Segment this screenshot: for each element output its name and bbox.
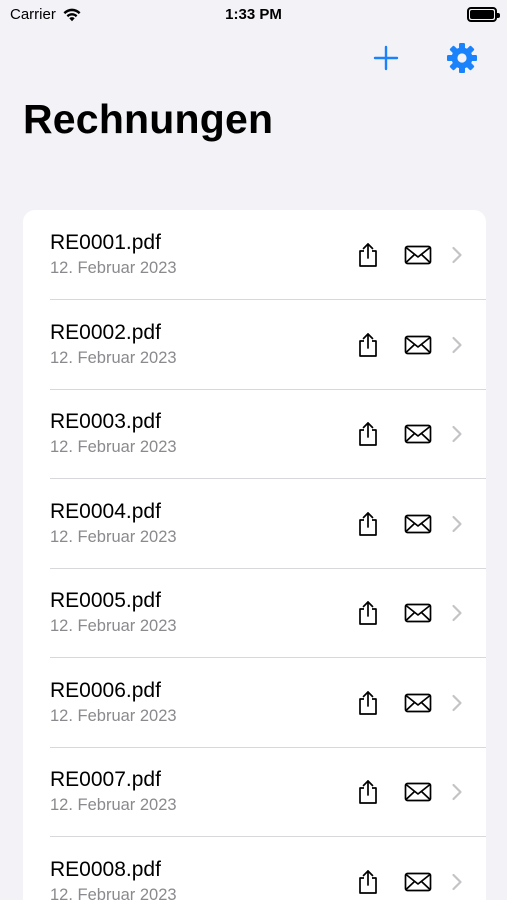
chevron-right-icon	[452, 694, 462, 711]
invoice-date: 12. Februar 2023	[50, 438, 177, 456]
share-button[interactable]	[355, 420, 381, 448]
invoice-row[interactable]: RE0003.pdf 12. Februar 2023	[23, 389, 486, 479]
share-icon	[359, 780, 377, 804]
share-icon	[359, 243, 377, 267]
mail-button[interactable]	[403, 691, 433, 715]
invoice-row[interactable]: RE0004.pdf 12. Februar 2023	[23, 479, 486, 569]
invoice-filename: RE0008.pdf	[50, 857, 161, 881]
share-button[interactable]	[355, 599, 381, 627]
mail-icon	[404, 872, 432, 891]
share-button[interactable]	[355, 868, 381, 896]
chevron-right-icon	[452, 783, 462, 801]
invoice-date: 12. Februar 2023	[50, 885, 177, 900]
share-icon	[359, 869, 377, 894]
share-button[interactable]	[355, 241, 381, 269]
page-title: Rechnungen	[23, 96, 274, 142]
chevron-right-icon	[452, 246, 462, 264]
share-button[interactable]	[355, 510, 381, 538]
mail-icon	[404, 514, 432, 533]
chevron-right-icon	[452, 336, 462, 353]
status-bar: Carrier 1:33 PM	[0, 0, 507, 30]
plus-icon	[373, 45, 399, 71]
gear-icon	[447, 43, 477, 73]
share-icon	[359, 601, 377, 625]
invoices-screen: Carrier 1:33 PM Rechnungen RE0001.pdf 12…	[0, 0, 507, 900]
add-invoice-button[interactable]	[368, 40, 404, 76]
share-icon	[359, 422, 377, 446]
share-icon	[359, 690, 377, 715]
chevron-right-icon	[452, 604, 462, 622]
mail-button[interactable]	[403, 870, 433, 894]
invoice-row[interactable]: RE0002.pdf 12. Februar 2023	[23, 300, 486, 390]
status-time: 1:33 PM	[225, 6, 282, 23]
chevron-right-icon	[452, 873, 462, 890]
mail-button[interactable]	[403, 243, 433, 267]
mail-button[interactable]	[403, 780, 433, 804]
invoice-row[interactable]: RE0007.pdf 12. Februar 2023	[23, 747, 486, 837]
share-button[interactable]	[355, 331, 381, 359]
invoice-date: 12. Februar 2023	[50, 617, 177, 635]
mail-button[interactable]	[403, 333, 433, 357]
share-button[interactable]	[355, 778, 381, 806]
invoice-date: 12. Februar 2023	[50, 796, 177, 814]
battery-level	[470, 10, 494, 19]
mail-icon	[404, 245, 432, 265]
mail-button[interactable]	[403, 512, 433, 536]
invoice-row[interactable]: RE0006.pdf 12. Februar 2023	[23, 658, 486, 748]
mail-icon	[404, 424, 432, 444]
chevron-right-icon	[452, 425, 462, 443]
mail-icon	[404, 693, 432, 712]
mail-button[interactable]	[403, 601, 433, 625]
chevron-right-icon	[452, 515, 462, 532]
invoice-date: 12. Februar 2023	[50, 706, 177, 725]
invoice-row[interactable]: RE0001.pdf 12. Februar 2023	[23, 210, 486, 300]
invoice-filename: RE0005.pdf	[50, 589, 161, 612]
invoice-date: 12. Februar 2023	[50, 259, 177, 277]
mail-icon	[404, 782, 432, 802]
share-icon	[359, 511, 377, 536]
settings-button[interactable]	[444, 40, 480, 76]
invoice-filename: RE0006.pdf	[50, 678, 161, 702]
battery-cap	[497, 13, 500, 18]
battery-icon	[467, 7, 500, 22]
invoice-date: 12. Februar 2023	[50, 527, 177, 546]
mail-icon	[404, 603, 432, 623]
invoice-filename: RE0001.pdf	[50, 231, 161, 254]
invoice-filename: RE0002.pdf	[50, 320, 161, 344]
invoice-list: RE0001.pdf 12. Februar 2023 RE0002.pdf 1…	[23, 210, 486, 900]
mail-icon	[404, 335, 432, 354]
invoice-row[interactable]: RE0008.pdf 12. Februar 2023	[23, 837, 486, 900]
invoice-filename: RE0003.pdf	[50, 410, 161, 433]
share-button[interactable]	[355, 689, 381, 717]
mail-button[interactable]	[403, 422, 433, 446]
invoice-filename: RE0007.pdf	[50, 768, 161, 791]
share-icon	[359, 332, 377, 357]
invoice-filename: RE0004.pdf	[50, 499, 161, 523]
invoice-date: 12. Februar 2023	[50, 348, 177, 367]
invoice-row[interactable]: RE0005.pdf 12. Februar 2023	[23, 568, 486, 658]
